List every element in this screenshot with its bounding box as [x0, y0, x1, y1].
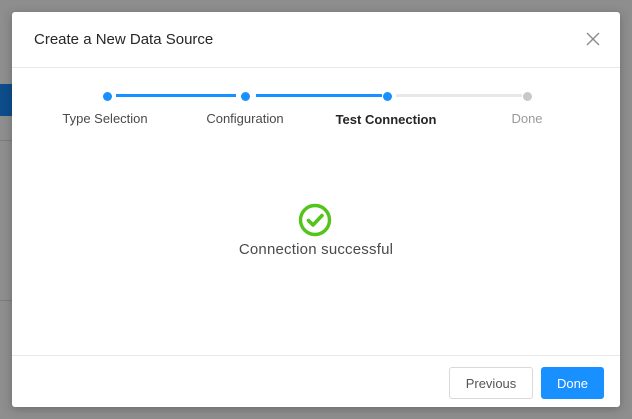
- background-selected-item: [0, 84, 12, 116]
- step-dot-configuration: [241, 92, 250, 101]
- step-dot-done: [523, 92, 532, 101]
- step-connector-2: [256, 94, 382, 97]
- dialog-footer: Previous Done: [12, 355, 620, 408]
- step-dot-type-selection: [103, 92, 112, 101]
- connection-status-message: Connection successful: [238, 241, 394, 258]
- step-label-configuration: Configuration: [206, 111, 284, 126]
- previous-button[interactable]: Previous: [449, 367, 533, 399]
- create-data-source-dialog: Create a New Data Source Type Selection …: [12, 12, 620, 407]
- step-label-test-connection: Test Connection: [335, 112, 437, 127]
- step-connector-3: [396, 94, 522, 97]
- step-progress: Type Selection Configuration Test Connec…: [12, 12, 620, 142]
- check-circle-icon: [298, 203, 332, 237]
- background-divider: [0, 300, 12, 301]
- step-connector-1: [116, 94, 236, 97]
- step-dot-test-connection: [383, 92, 392, 101]
- done-button[interactable]: Done: [541, 367, 604, 399]
- step-label-type-selection: Type Selection: [62, 111, 148, 126]
- background-divider: [0, 140, 12, 141]
- step-label-done: Done: [511, 111, 543, 126]
